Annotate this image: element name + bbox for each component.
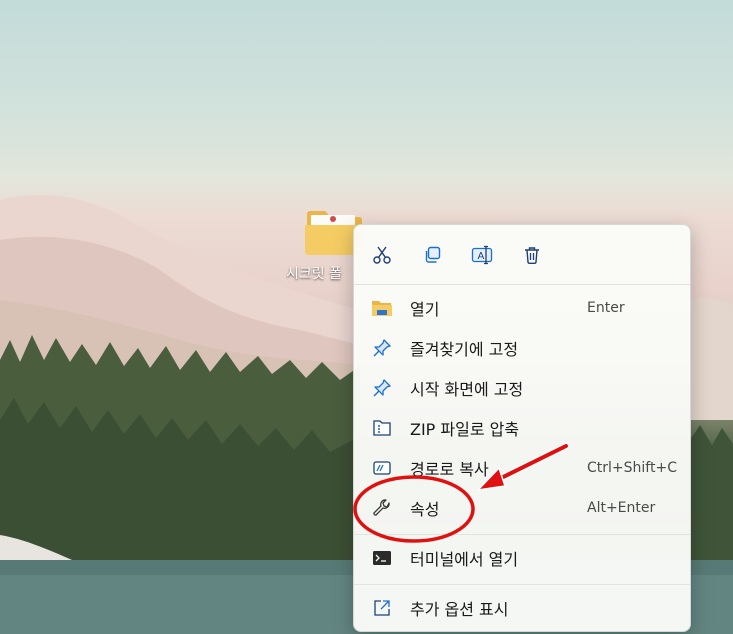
cut-button[interactable]: [365, 239, 399, 271]
pin-icon: [370, 336, 394, 360]
delete-button[interactable]: [515, 239, 549, 271]
terminal-icon: [370, 546, 394, 570]
menu-item-shortcut: Ctrl+Shift+C: [587, 460, 677, 476]
more-options-icon: [370, 596, 394, 620]
menu-item-properties[interactable]: 속성 Alt+Enter: [358, 490, 686, 526]
menu-item-copy-as-path[interactable]: 경로로 복사 Ctrl+Shift+C: [358, 450, 686, 486]
rename-icon: A: [471, 245, 493, 265]
menu-item-label: 시작 화면에 고정: [410, 380, 524, 399]
menu-item-shortcut: Enter: [587, 300, 625, 316]
menu-item-compress-zip[interactable]: ZIP 파일로 압축: [358, 410, 686, 446]
menu-item-pin-favorites[interactable]: 즐겨찾기에 고정: [358, 330, 686, 366]
wrench-icon: [370, 496, 394, 520]
menu-separator: [354, 284, 690, 285]
menu-item-open-terminal[interactable]: 터미널에서 열기: [358, 540, 686, 576]
copy-icon: [425, 246, 441, 263]
menu-item-pin-start[interactable]: 시작 화면에 고정: [358, 370, 686, 406]
menu-separator: [354, 584, 690, 585]
context-menu: A 열기 Enter 즐겨찾기에 고정 시작 화면에 고정 ZIP 파일로 압축…: [353, 224, 691, 632]
menu-item-label: ZIP 파일로 압축: [410, 420, 520, 439]
zip-icon: [370, 416, 394, 440]
copy-path-icon: [370, 456, 394, 480]
copy-button[interactable]: [415, 239, 449, 271]
menu-item-label: 터미널에서 열기: [410, 550, 519, 569]
svg-text:A: A: [478, 251, 485, 262]
delete-icon: [525, 247, 539, 264]
menu-item-label: 즐겨찾기에 고정: [410, 340, 519, 359]
menu-item-label: 속성: [410, 500, 440, 519]
rename-button[interactable]: A: [465, 239, 499, 271]
desktop-folder-label[interactable]: 시크릿 폴: [286, 263, 352, 283]
menu-separator: [354, 534, 690, 535]
menu-item-shortcut: Alt+Enter: [587, 500, 656, 516]
cut-icon: [373, 246, 391, 264]
folder-icon: [370, 296, 394, 320]
menu-item-label: 열기: [410, 300, 440, 319]
pin-icon: [370, 376, 394, 400]
menu-item-label: 경로로 복사: [410, 460, 489, 479]
menu-item-show-more-options[interactable]: 추가 옵션 표시: [358, 590, 686, 626]
menu-item-label: 추가 옵션 표시: [410, 600, 509, 619]
menu-item-open[interactable]: 열기 Enter: [358, 290, 686, 326]
